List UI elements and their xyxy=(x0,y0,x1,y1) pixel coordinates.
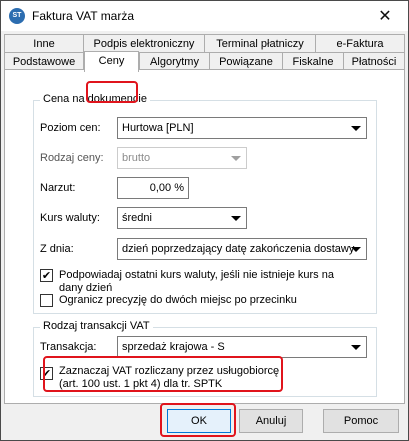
suggest-rate-checkbox[interactable]: ✔ xyxy=(40,269,53,282)
from-day-label: Z dnia: xyxy=(40,243,74,255)
app-logo-icon: ST xyxy=(9,8,25,24)
dialog-window: ST Faktura VAT marża ✕ Inne Podpis elekt… xyxy=(0,0,409,441)
chevron-down-icon xyxy=(231,156,241,161)
dialog-body: Inne Podpis elektroniczny Terminal płatn… xyxy=(1,31,408,440)
price-level-label: Poziom cen: xyxy=(40,122,101,134)
window-title: Faktura VAT marża xyxy=(32,9,135,23)
price-type-select: brutto xyxy=(117,147,247,169)
vat-group: Rodzaj transakcji VAT Transakcja: sprzed… xyxy=(33,320,377,397)
markup-input[interactable]: 0,00 % xyxy=(117,177,189,199)
cancel-button[interactable]: Anuluj xyxy=(239,409,303,433)
chevron-down-icon xyxy=(351,126,361,131)
price-level-select[interactable]: Hurtowa [PLN] xyxy=(117,117,367,139)
tab-panel-ceny: Cena na dokumencie Poziom cen: Hurtowa [… xyxy=(4,69,405,404)
price-group: Cena na dokumencie Poziom cen: Hurtowa [… xyxy=(33,93,377,314)
price-group-title: Cena na dokumencie xyxy=(40,93,150,105)
tab-inne[interactable]: Inne xyxy=(4,34,84,53)
from-day-value: dzień poprzedzający datę zakończenia dos… xyxy=(122,243,355,255)
tab-ceny[interactable]: Ceny xyxy=(84,51,139,72)
close-icon[interactable]: ✕ xyxy=(362,1,408,31)
tab-row-1: Inne Podpis elektroniczny Terminal płatn… xyxy=(4,34,405,53)
chevron-down-icon xyxy=(231,216,241,221)
price-type-label: Rodzaj ceny: xyxy=(40,152,104,164)
limit-precision-checkbox[interactable] xyxy=(40,294,53,307)
help-button[interactable]: Pomoc xyxy=(323,409,399,433)
price-type-value: brutto xyxy=(122,152,151,164)
from-day-select[interactable]: dzień poprzedzający datę zakończenia dos… xyxy=(117,238,367,260)
title-bar[interactable]: ST Faktura VAT marża ✕ xyxy=(1,1,408,31)
tab-e-faktura[interactable]: e-Faktura xyxy=(315,34,405,53)
chevron-down-icon xyxy=(351,247,361,252)
transaction-select[interactable]: sprzedaż krajowa - S xyxy=(117,336,367,358)
exchange-rate-value: średni xyxy=(122,212,152,224)
suggest-rate-label-line1: Podpowiadaj ostatni kurs waluty, jeśli n… xyxy=(59,269,334,281)
price-level-value: Hurtowa [PLN] xyxy=(122,122,194,134)
settled-by-buyer-checkbox[interactable]: ✔ xyxy=(40,367,53,380)
settled-by-buyer-label-line1: Zaznaczaj VAT rozliczany przez usługobio… xyxy=(59,365,280,377)
ok-button[interactable]: OK xyxy=(167,409,231,433)
exchange-rate-label: Kurs waluty: xyxy=(40,212,100,224)
transaction-label: Transakcja: xyxy=(40,341,97,353)
vat-group-title: Rodzaj transakcji VAT xyxy=(40,320,153,332)
tab-terminal-platniczy[interactable]: Terminal płatniczy xyxy=(204,34,316,53)
settled-by-buyer-label-line2: (art. 100 ust. 1 pkt 4) dla tr. SPTK xyxy=(59,378,223,390)
exchange-rate-select[interactable]: średni xyxy=(117,207,247,229)
transaction-value: sprzedaż krajowa - S xyxy=(122,341,225,353)
limit-precision-label: Ogranicz precyzję do dwóch miejsc po prz… xyxy=(59,294,297,306)
markup-label: Narzut: xyxy=(40,182,76,194)
chevron-down-icon xyxy=(351,345,361,350)
